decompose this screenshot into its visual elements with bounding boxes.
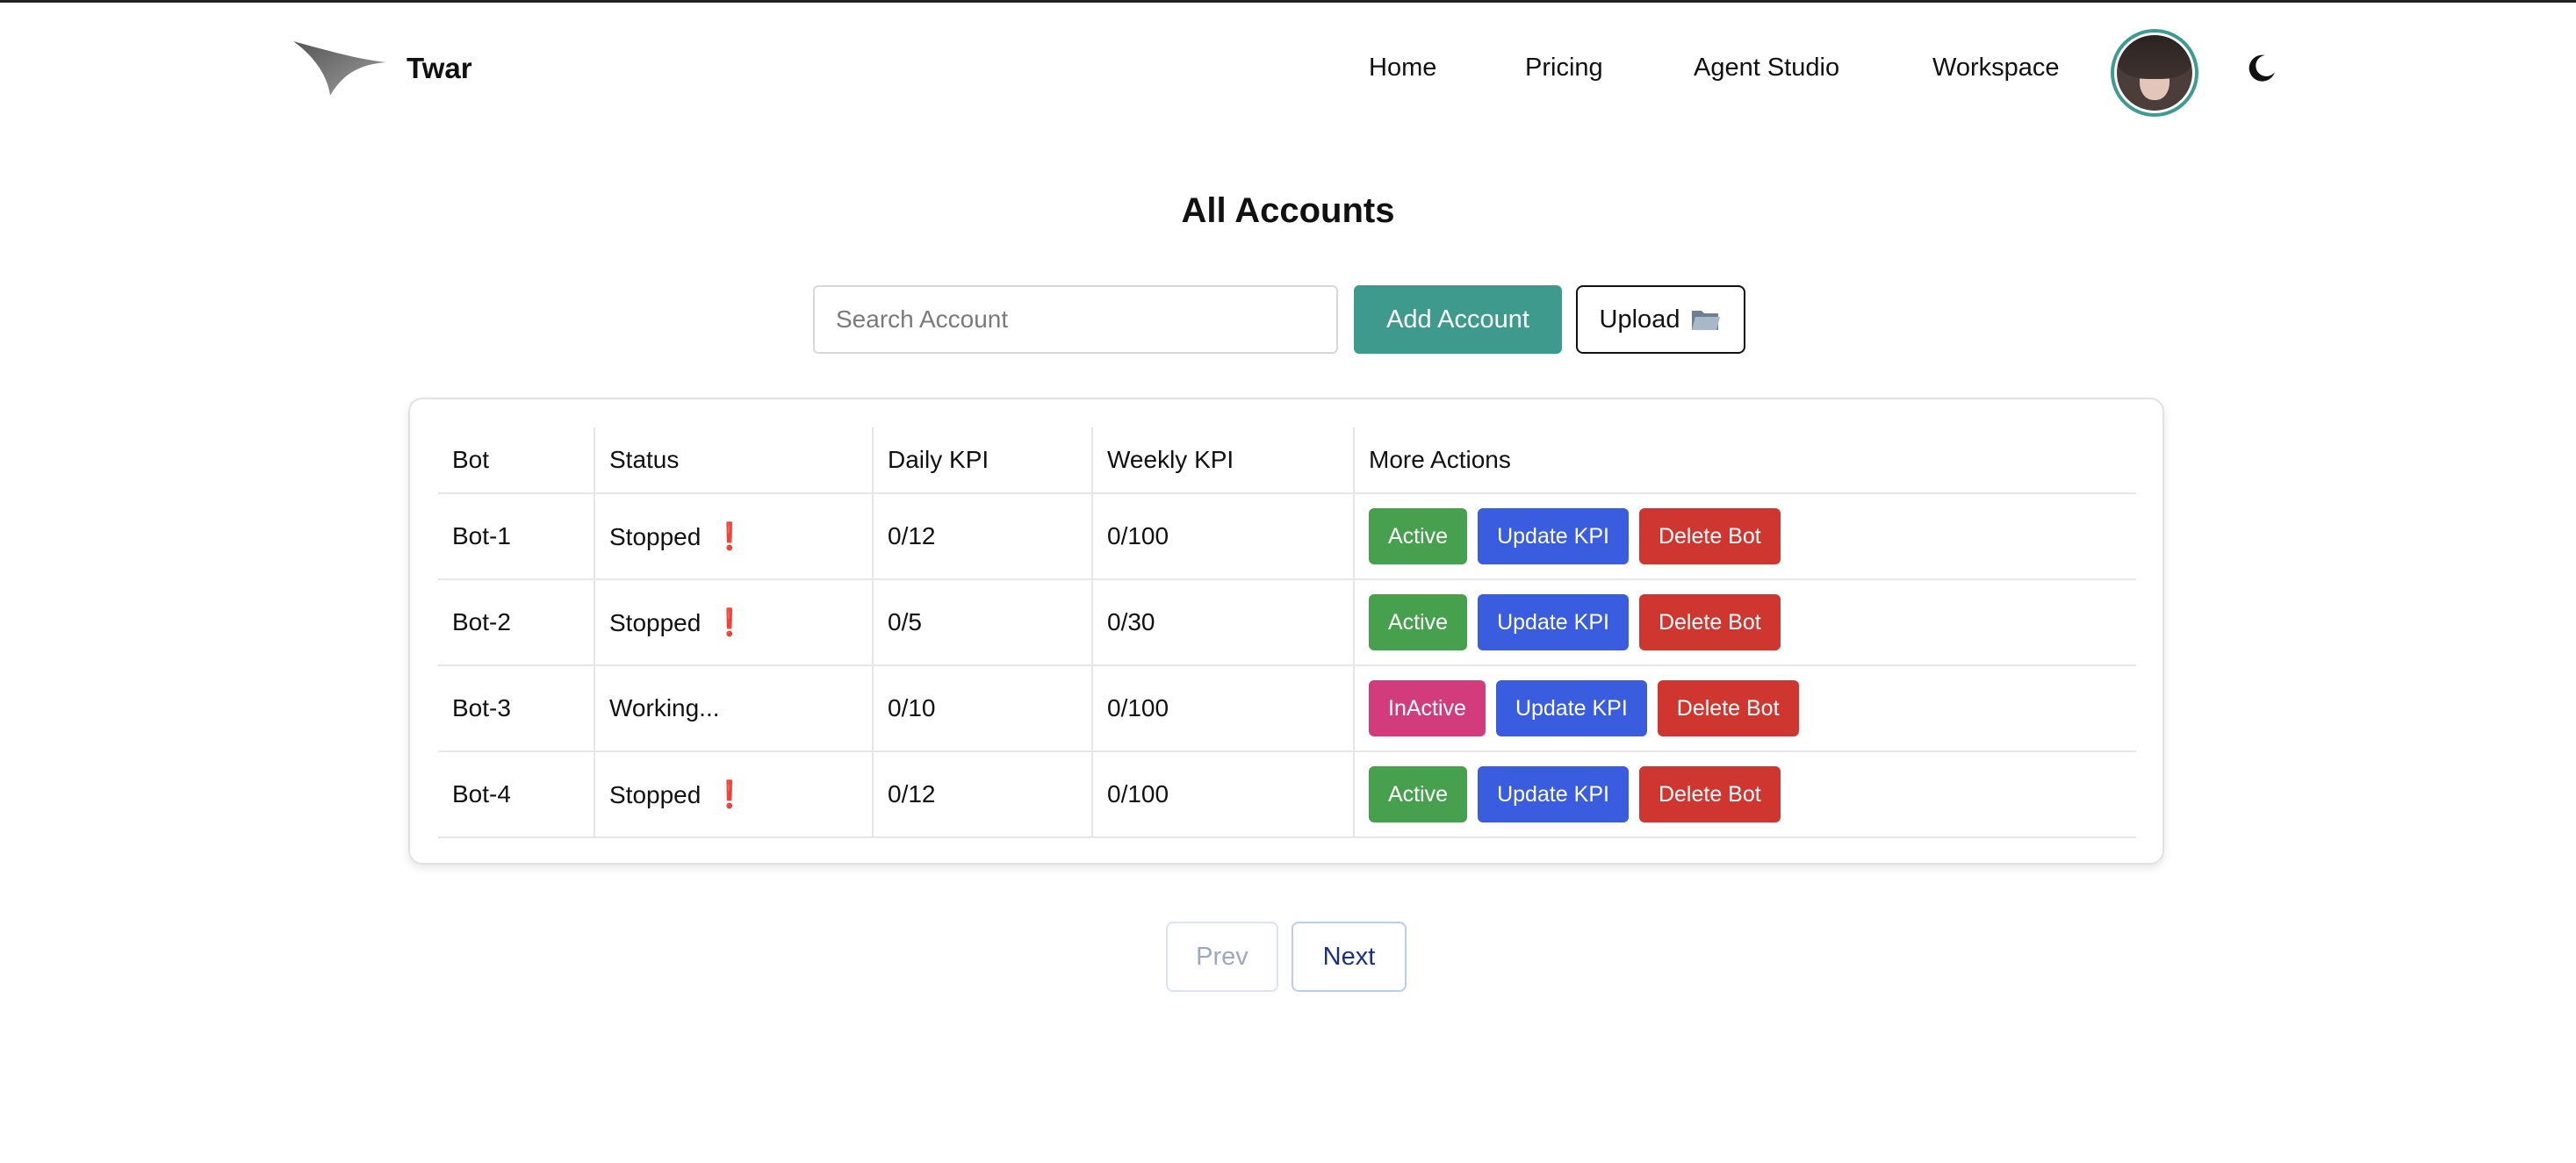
accounts-table-card: Bot Status Daily KPI Weekly KPI More Act… <box>408 398 2164 865</box>
cell-daily-kpi: 0/12 <box>872 751 1092 838</box>
page-title: All Accounts <box>1181 191 1395 230</box>
upload-button[interactable]: Upload <box>1576 285 1745 354</box>
cell-weekly-kpi: 0/30 <box>1091 579 1354 666</box>
table-row: Bot-1 Stopped ❗ 0/12 0/100 Active Update K… <box>438 493 2136 580</box>
cell-actions: Active Update KPI Delete Bot <box>1353 579 2136 666</box>
cell-daily-kpi: 0/10 <box>872 665 1092 752</box>
col-header-bot: Bot <box>438 427 594 494</box>
next-page-button[interactable]: Next <box>1292 922 1407 992</box>
active-button[interactable]: Active <box>1369 594 1468 650</box>
status-text: Stopped <box>609 780 702 808</box>
status-text: Stopped <box>609 608 702 636</box>
cell-status: Stopped ❗ <box>594 579 873 666</box>
warning-icon: ❗ <box>713 607 746 637</box>
delete-bot-button[interactable]: Delete Bot <box>1657 680 1799 736</box>
cell-bot: Bot-3 <box>438 665 594 752</box>
col-header-weekly-kpi: Weekly KPI <box>1091 427 1354 494</box>
delete-bot-button[interactable]: Delete Bot <box>1638 508 1781 564</box>
table-header-row: Bot Status Daily KPI Weekly KPI More Act… <box>438 427 2136 494</box>
warning-icon: ❗ <box>713 779 746 809</box>
prev-page-button[interactable]: Prev <box>1166 922 1278 992</box>
cell-weekly-kpi: 0/100 <box>1091 493 1354 580</box>
cell-status: Stopped ❗ <box>594 493 873 580</box>
update-kpi-button[interactable]: Update KPI <box>1478 508 1629 564</box>
col-header-status: Status <box>594 427 873 494</box>
folder-icon <box>1692 311 1721 330</box>
inactive-button[interactable]: InActive <box>1369 680 1486 736</box>
col-header-more-actions: More Actions <box>1353 427 2136 494</box>
status-text: Working... <box>609 694 720 721</box>
upload-label: Upload <box>1599 305 1680 334</box>
logo-icon[interactable] <box>293 39 388 97</box>
delete-bot-button[interactable]: Delete Bot <box>1638 766 1781 822</box>
cell-actions: Active Update KPI Delete Bot <box>1353 751 2136 838</box>
table-row: Bot-2 Stopped ❗ 0/5 0/30 Active Update KPI… <box>438 579 2136 666</box>
cell-daily-kpi: 0/12 <box>872 493 1092 580</box>
brand-name[interactable]: Twar <box>407 52 472 85</box>
col-header-daily-kpi: Daily KPI <box>872 427 1092 494</box>
nav-agent-studio[interactable]: Agent Studio <box>1694 54 1839 83</box>
update-kpi-button[interactable]: Update KPI <box>1495 680 1647 736</box>
add-account-button[interactable]: Add Account <box>1354 285 1562 354</box>
cell-bot: Bot-4 <box>438 751 594 838</box>
status-text: Stopped <box>609 522 702 550</box>
nav-home[interactable]: Home <box>1369 54 1436 83</box>
update-kpi-button[interactable]: Update KPI <box>1478 766 1629 822</box>
cell-bot: Bot-2 <box>438 579 594 666</box>
update-kpi-button[interactable]: Update KPI <box>1478 594 1629 650</box>
avatar-image <box>2117 35 2192 111</box>
cell-daily-kpi: 0/5 <box>872 579 1092 666</box>
avatar[interactable] <box>2111 29 2198 117</box>
cell-status: Stopped ❗ <box>594 751 873 838</box>
accounts-table: Bot Status Daily KPI Weekly KPI More Act… <box>438 427 2136 838</box>
active-button[interactable]: Active <box>1369 508 1468 564</box>
cell-actions: Active Update KPI Delete Bot <box>1353 493 2136 580</box>
cell-weekly-kpi: 0/100 <box>1091 665 1354 752</box>
nav-workspace[interactable]: Workspace <box>1932 54 2060 83</box>
cell-actions: InActive Update KPI Delete Bot <box>1353 665 2136 752</box>
table-row: Bot-4 Stopped ❗ 0/12 0/100 Active Update K… <box>438 751 2136 838</box>
active-button[interactable]: Active <box>1369 766 1468 822</box>
cell-weekly-kpi: 0/100 <box>1091 751 1354 838</box>
cell-status: Working... <box>594 665 873 752</box>
moon-icon[interactable] <box>2246 53 2277 84</box>
header: Twar Home Pricing Agent Studio Workspace <box>0 3 2576 134</box>
search-input[interactable] <box>813 285 1338 354</box>
nav-pricing[interactable]: Pricing <box>1525 54 1603 83</box>
delete-bot-button[interactable]: Delete Bot <box>1638 594 1781 650</box>
table-row: Bot-3 Working... 0/10 0/100 InActive Upda… <box>438 665 2136 752</box>
warning-icon: ❗ <box>713 521 746 551</box>
cell-bot: Bot-1 <box>438 493 594 580</box>
